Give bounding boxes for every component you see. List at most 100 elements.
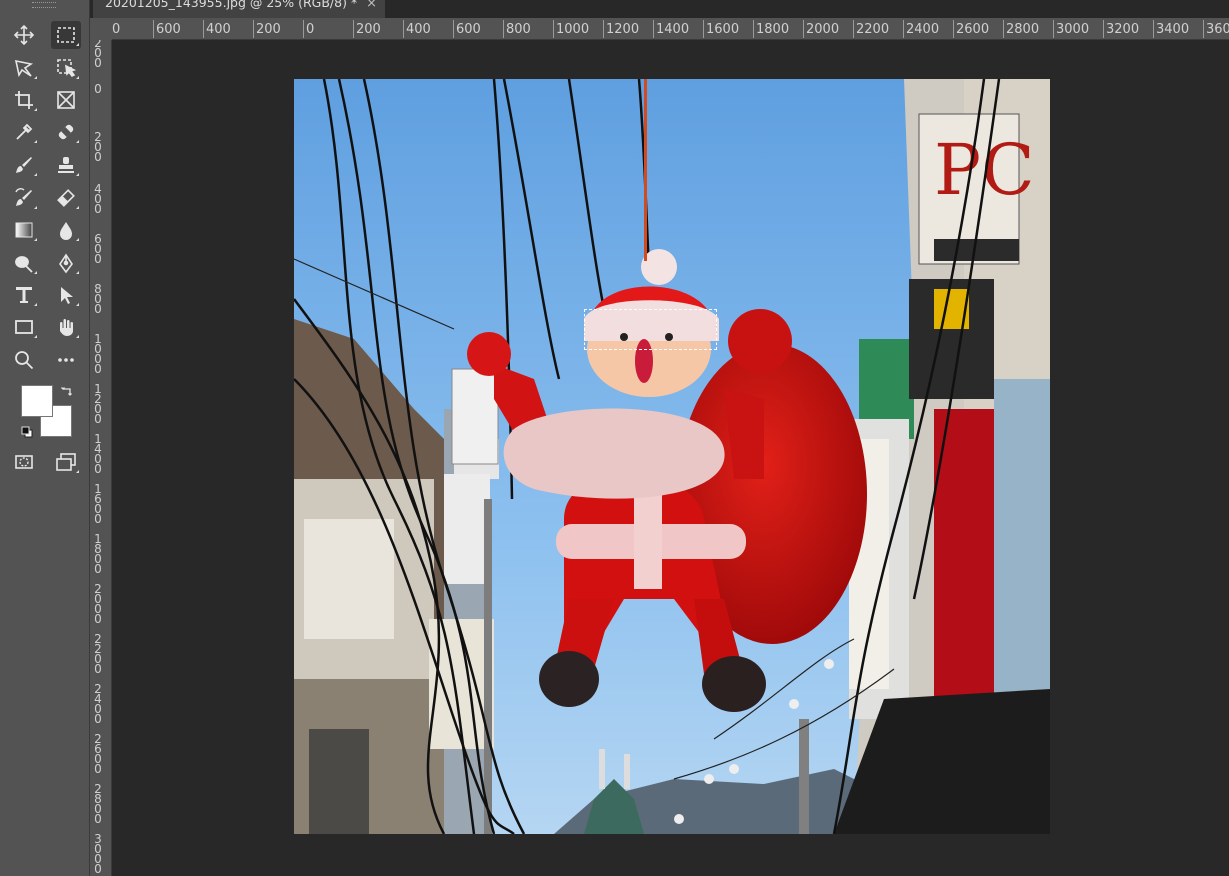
path-selection-tool[interactable]	[51, 281, 81, 309]
ruler-tick	[253, 20, 254, 38]
ruler-label: 2200	[856, 22, 890, 37]
horizontal-ruler[interactable]: 0 600 400 200 0 200 400 600 800 1000 1200 1400 1600 1…	[90, 18, 1229, 40]
document-tab[interactable]: 20201205_143955.jpg @ 25% (RGB/8) * ×	[93, 0, 385, 18]
clone-stamp-tool-icon	[58, 157, 74, 173]
edit-toolbar-button[interactable]	[51, 346, 81, 374]
ruler-tick	[1003, 20, 1004, 38]
ruler-label: 3400	[1156, 22, 1190, 37]
healing-brush-tool[interactable]	[51, 118, 81, 146]
document-tab-title: 20201205_143955.jpg @ 25% (RGB/8) *	[105, 0, 358, 10]
ruler-label: 0	[306, 22, 315, 37]
ruler-tick	[553, 20, 554, 38]
screen-mode-icon	[56, 453, 76, 471]
ruler-tick	[203, 20, 204, 38]
ruler-label: 1000	[94, 332, 102, 376]
ruler-label: 1200	[606, 22, 640, 37]
ruler-tick	[853, 20, 854, 38]
ruler-label: 400	[406, 22, 431, 37]
ruler-tick	[803, 20, 804, 38]
ruler-label: 1600	[94, 482, 102, 526]
ruler-origin[interactable]	[90, 18, 112, 40]
object-selection-tool[interactable]	[51, 54, 81, 82]
ruler-label: 2800	[1006, 22, 1040, 37]
ruler-tick	[753, 20, 754, 38]
rectangular-marquee-tool-icon	[57, 27, 75, 43]
crop-tool-icon	[15, 91, 33, 109]
ruler-label: 1800	[756, 22, 790, 37]
ruler-label: 2000	[94, 582, 102, 626]
quick-mask-button[interactable]	[9, 448, 39, 476]
clone-stamp-tool[interactable]	[51, 151, 81, 179]
ruler-label: 0	[94, 82, 102, 96]
ruler-label: 0	[112, 22, 121, 37]
brush-tool[interactable]	[9, 151, 39, 179]
history-brush-tool[interactable]	[9, 184, 39, 212]
default-colors-icon[interactable]	[20, 425, 34, 439]
panel-grip[interactable]	[32, 2, 56, 8]
dodge-tool[interactable]	[9, 249, 39, 277]
eraser-tool-icon	[57, 189, 75, 207]
frame-tool-icon	[57, 91, 75, 109]
rectangle-tool-icon	[15, 320, 33, 334]
eraser-tool[interactable]	[51, 184, 81, 212]
ruler-tick	[453, 20, 454, 38]
close-icon[interactable]: ×	[366, 0, 377, 12]
pen-tool[interactable]	[51, 249, 81, 277]
ruler-label: 1200	[94, 382, 102, 426]
move-tool[interactable]	[9, 21, 39, 49]
blur-tool[interactable]	[51, 216, 81, 244]
ruler-tick	[953, 20, 954, 38]
document-image[interactable]: PC	[294, 79, 1050, 834]
document-tab-bar: 20201205_143955.jpg @ 25% (RGB/8) * ×	[90, 0, 1229, 18]
frame-tool[interactable]	[51, 86, 81, 114]
ruler-tick	[603, 20, 604, 38]
edit-toolbar-icon	[58, 358, 74, 362]
ruler-label: 1000	[556, 22, 590, 37]
ruler-label: 1400	[656, 22, 690, 37]
ruler-label: 2600	[94, 732, 102, 776]
type-tool[interactable]	[9, 281, 39, 309]
ruler-tick	[153, 20, 154, 38]
screen-mode-button[interactable]	[51, 448, 81, 476]
gradient-tool[interactable]	[9, 216, 39, 244]
vertical-ruler[interactable]: 2000200400600800100012001400160018002000…	[90, 36, 112, 876]
zoom-tool[interactable]	[9, 346, 39, 374]
ruler-label: 2600	[956, 22, 990, 37]
foreground-color-swatch[interactable]	[21, 385, 53, 417]
ruler-tick	[1203, 20, 1204, 38]
rectangle-tool[interactable]	[9, 313, 39, 341]
ruler-label: 400	[94, 182, 102, 216]
hand-tool[interactable]	[51, 313, 81, 341]
type-tool-icon	[16, 287, 32, 303]
brush-tool-icon	[16, 157, 32, 173]
lasso-tool-icon	[14, 59, 34, 78]
ruler-label: 800	[94, 282, 102, 316]
ruler-label: 2400	[94, 682, 102, 726]
rectangular-marquee-tool[interactable]	[51, 21, 81, 49]
ruler-label: 200	[94, 130, 102, 164]
history-brush-tool-icon	[15, 188, 32, 206]
ruler-label: 600	[156, 22, 181, 37]
lasso-tool[interactable]	[9, 54, 39, 82]
zoom-tool-icon	[15, 351, 34, 370]
santa-street-photo: PC	[294, 79, 1050, 834]
ruler-label: 2400	[906, 22, 940, 37]
ruler-tick	[1053, 20, 1054, 38]
gradient-tool-icon	[15, 222, 33, 238]
ruler-label: 200	[94, 36, 102, 70]
marquee-selection[interactable]	[584, 309, 717, 350]
eyedropper-tool-icon	[16, 123, 33, 140]
swap-colors-icon[interactable]	[60, 385, 74, 399]
object-selection-tool-icon	[57, 59, 77, 78]
ruler-label: 2200	[94, 632, 102, 676]
ruler-tick	[303, 20, 304, 38]
ruler-label: 3000	[94, 832, 102, 876]
ruler-label: 200	[356, 22, 381, 37]
ruler-tick	[1103, 20, 1104, 38]
eyedropper-tool[interactable]	[9, 118, 39, 146]
ruler-label: 3000	[1056, 22, 1090, 37]
path-selection-tool-icon	[61, 287, 73, 304]
blur-tool-icon	[60, 222, 72, 240]
crop-tool[interactable]	[9, 86, 39, 114]
move-tool-icon	[13, 24, 35, 46]
